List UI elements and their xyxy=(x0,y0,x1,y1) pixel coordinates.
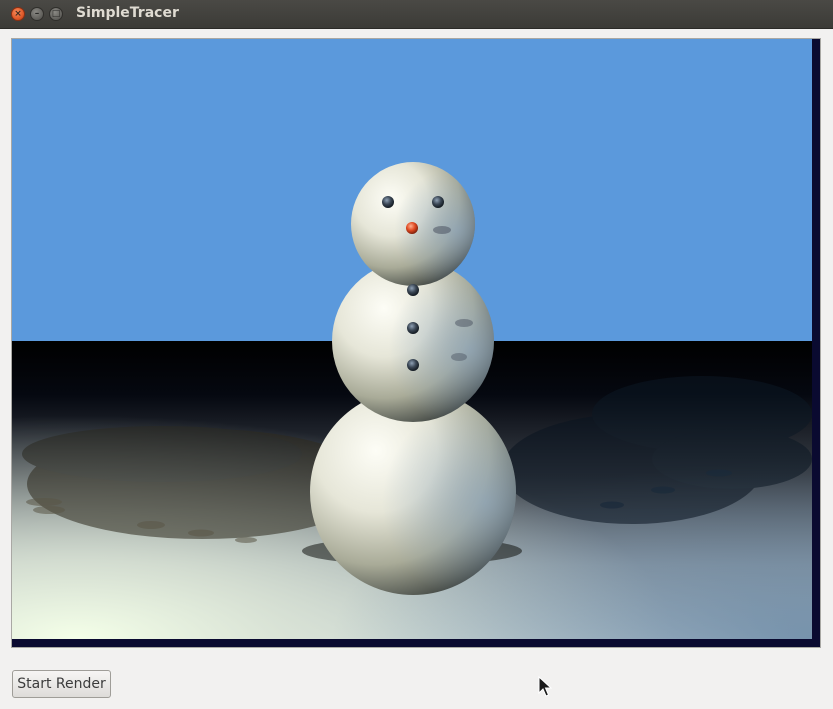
start-render-button[interactable]: Start Render xyxy=(12,670,111,698)
snowman-button xyxy=(407,322,419,334)
snowman-button xyxy=(407,359,419,371)
close-icon: × xyxy=(14,8,22,19)
maximize-icon: □ xyxy=(51,8,61,19)
snowman-nose xyxy=(406,222,418,234)
title-bar: × – □ SimpleTracer xyxy=(0,0,833,29)
mouse-cursor-icon xyxy=(538,676,552,697)
snowman-right-eye xyxy=(432,196,444,208)
close-window-button[interactable]: × xyxy=(11,7,25,21)
snowman-button xyxy=(407,284,419,296)
minimize-icon: – xyxy=(34,8,40,19)
snowman-left-eye xyxy=(382,196,394,208)
maximize-window-button[interactable]: □ xyxy=(49,7,63,21)
render-viewport xyxy=(11,38,821,648)
rendered-image xyxy=(12,39,820,647)
window-title: SimpleTracer xyxy=(76,5,179,21)
minimize-window-button[interactable]: – xyxy=(30,7,44,21)
